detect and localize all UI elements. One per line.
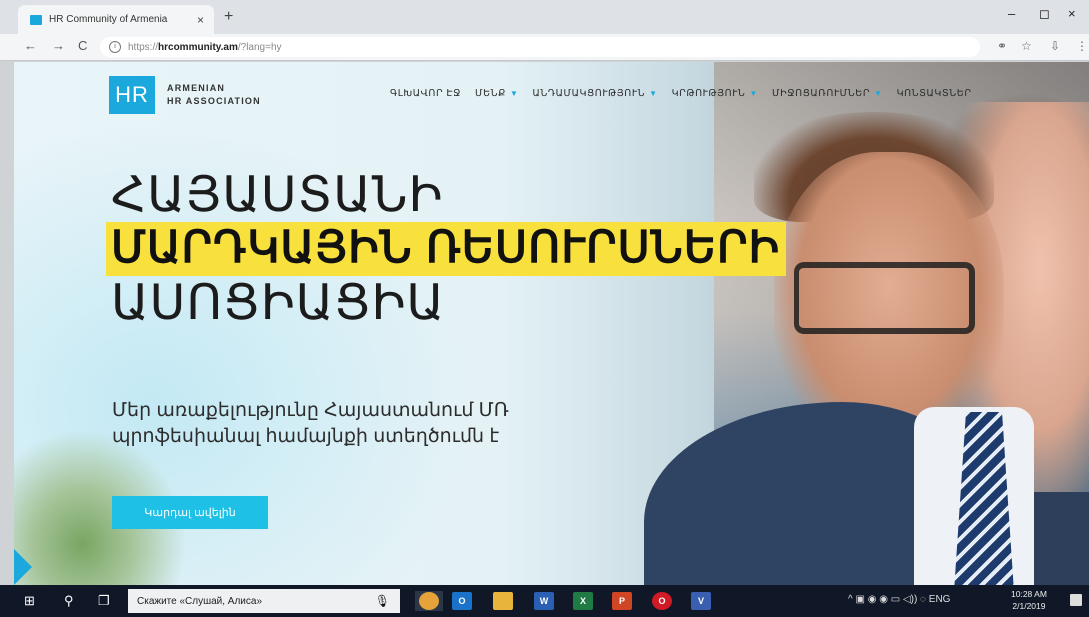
task-view-icon[interactable]: ❐ [98, 591, 110, 611]
forward-button[interactable]: → [52, 38, 65, 53]
url-host: hrcommunity.am [158, 41, 238, 53]
browser-tab[interactable]: HR Community of Armenia × [18, 5, 214, 34]
search-icon[interactable]: ⚲ [64, 591, 74, 611]
visio-icon: V [691, 592, 711, 610]
nav-item-home[interactable]: ԳԼԽԱՎՈՐ ԷՋ [390, 88, 461, 99]
nav-label: ԿՐԹՈՒԹՅՈՒՆ [671, 88, 746, 99]
word-icon: W [534, 592, 554, 610]
nav-label: ԳԼԽԱՎՈՐ ԷՋ [390, 88, 461, 99]
cortana-search-box[interactable]: Скажите «Слушай, Алиса» 🎙 [128, 589, 400, 613]
url-scheme: https:// [128, 41, 159, 53]
excel-app-icon[interactable]: X [573, 591, 593, 611]
visio-app-icon[interactable]: V [691, 591, 711, 611]
excel-icon: X [573, 592, 593, 610]
system-tray[interactable]: ^ ▣ ◉ ◉ ▭ ◁)) ◌ ENG [848, 594, 950, 605]
browser-toolbar: ← → C i https:// hrcommunity.am /?lang=h… [0, 34, 1089, 61]
nav-label: ՄԻՋՈՑԱՌՈՒՄՆԵՐ [772, 88, 871, 99]
download-icon[interactable]: ⇩ [1050, 39, 1060, 53]
minimize-button[interactable]: – [1008, 6, 1015, 21]
start-button[interactable]: ⊞ [24, 591, 35, 611]
decorative-triangle [14, 549, 32, 585]
logo-line-2: HR ASSOCIATION [167, 96, 261, 106]
clock[interactable]: 10:28 AM 2/1/2019 [1011, 588, 1047, 612]
caret-down-icon: ▼ [749, 89, 758, 98]
close-tab-icon[interactable]: × [197, 13, 204, 27]
site-favicon-icon [30, 14, 42, 25]
caret-down-icon: ▼ [874, 89, 883, 98]
browser-tab-strip: HR Community of Armenia × + – ◻ × [0, 0, 1089, 34]
bookmark-star-icon[interactable]: ☆ [1021, 39, 1032, 53]
hero-subtitle: Մեր առաքելությունը Հայաստանում ՄՌ պրոֆես… [112, 400, 509, 447]
glasses-image [794, 262, 975, 334]
caret-down-icon: ▼ [649, 89, 658, 98]
powerpoint-icon: P [612, 592, 632, 610]
logo-mark: HR [115, 82, 149, 107]
nav-label: ԿՈՆՏԱԿՏՆԵՐ [896, 88, 972, 99]
nav-item-about[interactable]: ՄԵՆՔ ▼ [475, 88, 519, 99]
opera-app-icon[interactable]: O [652, 591, 672, 611]
outlook-icon: O [452, 592, 472, 610]
hero-title-line-1: ՀԱՅԱՍՏԱՆԻ [111, 168, 444, 222]
nav-label: ԱՆԴԱՄԱԿՑՈՒԹՅՈՒՆ [532, 88, 646, 99]
woman-suit-image [1034, 492, 1089, 585]
taskbar: ⊞ ⚲ ❐ Скажите «Слушай, Алиса» 🎙 O W X P … [0, 585, 1089, 617]
explorer-app-icon[interactable] [493, 591, 513, 611]
back-button[interactable]: ← [24, 38, 37, 53]
site-navigation: ԳԼԽԱՎՈՐ ԷՋ ՄԵՆՔ ▼ ԱՆԴԱՄԱԿՑՈՒԹՅՈՒՆ ▼ ԿՐԹՈՒԹ… [390, 88, 986, 99]
nav-label: ՄԵՆՔ [474, 88, 506, 99]
hero-title-line-2: ՄԱՐԴԿԱՅԻՆ ՌԵՍՈՒՐՍՆԵՐԻ [111, 223, 780, 272]
search-placeholder: Скажите «Слушай, Алиса» [137, 595, 263, 607]
translate-icon[interactable]: ⚭ [997, 39, 1007, 53]
caret-down-icon: ▼ [509, 89, 519, 98]
new-tab-button[interactable]: + [224, 8, 233, 26]
url-path: /?lang=hy [237, 41, 282, 53]
close-window-button[interactable]: × [1068, 6, 1076, 21]
nav-item-contacts[interactable]: ԿՈՆՏԱԿՏՆԵՐ [897, 88, 972, 99]
clock-time: 10:28 AM [1011, 589, 1047, 599]
logo-line-1: ARMENIAN [167, 83, 226, 93]
info-icon[interactable]: i [109, 41, 121, 53]
nav-item-membership[interactable]: ԱՆԴԱՄԱԿՑՈՒԹՅՈՒՆ ▼ [533, 88, 658, 99]
nav-item-events[interactable]: ՄԻՋՈՑԱՌՈՒՄՆԵՐ ▼ [772, 88, 883, 99]
menu-icon[interactable]: ⋮ [1076, 39, 1088, 53]
reload-button[interactable]: C [78, 38, 87, 53]
webpage: HR ARMENIAN HR ASSOCIATION ԳԼԽԱՎՈՐ ԷՋ ՄԵ… [14, 62, 1089, 585]
notification-icon[interactable] [1070, 594, 1082, 606]
hero-title-line-3: ԱՍՈՑԻԱՑԻԱ [111, 276, 445, 330]
site-logo[interactable]: HR [109, 76, 155, 114]
nav-item-education[interactable]: ԿՐԹՈՒԹՅՈՒՆ ▼ [672, 88, 758, 99]
outlook-app-icon[interactable]: O [452, 591, 472, 611]
folder-icon [493, 592, 513, 610]
powerpoint-app-icon[interactable]: P [612, 591, 632, 611]
read-more-button[interactable]: Կարդալ ավելին [112, 496, 268, 529]
chrome-app-icon[interactable] [415, 591, 443, 611]
logo-text[interactable]: ARMENIAN HR ASSOCIATION [167, 82, 261, 108]
word-app-icon[interactable]: W [534, 591, 554, 611]
opera-icon: O [652, 592, 672, 610]
clock-date: 2/1/2019 [1012, 601, 1046, 611]
maximize-button[interactable]: ◻ [1039, 6, 1050, 22]
microphone-icon[interactable]: 🎙 [375, 594, 390, 608]
chrome-icon [419, 592, 439, 610]
tab-title: HR Community of Armenia [49, 14, 168, 25]
address-bar[interactable]: i https:// hrcommunity.am /?lang=hy [100, 37, 980, 57]
